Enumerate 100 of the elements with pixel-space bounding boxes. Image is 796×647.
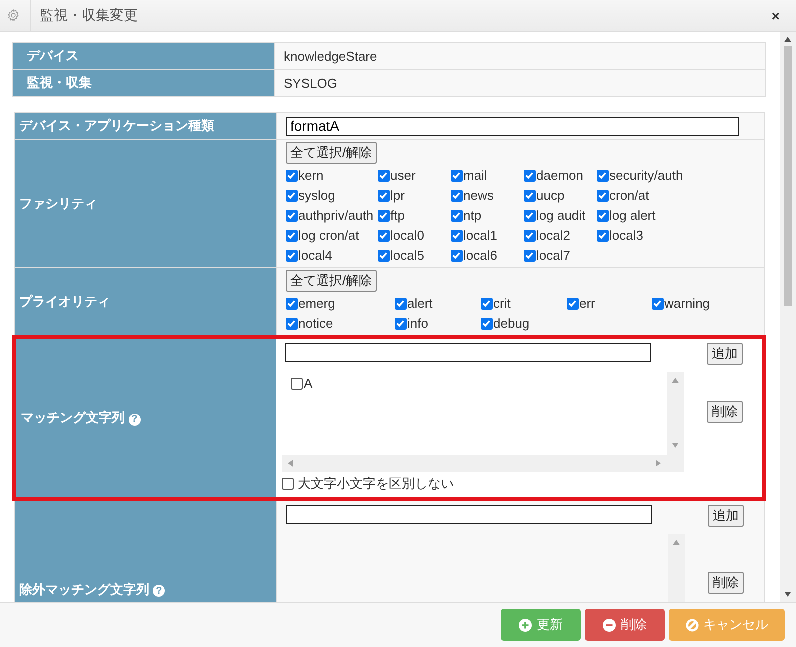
checkbox[interactable] [524,250,536,262]
checkbox-label: local2 [536,228,570,243]
checkbox-label: debug [494,316,530,331]
checkbox-label: ntp [464,208,482,223]
checkbox[interactable] [596,170,608,182]
checkbox-label: notice [298,316,334,331]
checkbox-label: user [390,168,416,183]
checkbox-label: news [464,188,494,203]
close-button[interactable]: × [772,8,780,24]
checkbox[interactable] [286,170,298,182]
checkbox-label: authpriv/auth [298,208,374,223]
checkbox-label: local1 [464,228,498,243]
scroll-down-icon[interactable] [784,592,792,597]
scrollbar[interactable] [780,32,796,602]
row-label: マッチング文字列 ? [21,409,276,427]
checkbox-label: alert [408,296,433,311]
checkbox-label: log audit [536,208,586,223]
row-label: デバイス・アプリケーション種類 [14,112,276,140]
select-all-button[interactable]: 全て選択/解除 [286,142,378,164]
row-label: プライオリティ [14,268,276,337]
checkbox[interactable] [524,170,536,182]
checkbox[interactable] [286,190,298,202]
checkbox[interactable] [291,378,303,390]
checkbox-label: mail [464,168,488,183]
checkbox-label: local3 [610,228,644,243]
text-field[interactable] [285,343,651,362]
checkbox[interactable] [378,230,390,242]
add-button[interactable]: 追加 [707,343,743,365]
checkbox[interactable] [450,230,462,242]
checkbox[interactable] [286,298,298,310]
checkbox-label: syslog [298,188,336,203]
checkbox[interactable] [378,190,390,202]
checkbox-label: daemon [536,168,584,183]
checkbox-label: ftp [390,208,405,223]
delete-button[interactable]: 削除 [585,609,665,641]
list-box[interactable]: A [282,372,684,472]
scroll-up-icon[interactable] [784,37,792,42]
entry-label: A [304,376,313,391]
checkbox-label: log alert [610,208,656,223]
checkbox-label: local7 [536,248,570,263]
checkbox-label: lpr [390,188,405,203]
plus-icon [519,618,532,632]
scroll-left-icon[interactable] [288,460,293,467]
window-title: 監視・収集変更 [40,6,139,24]
checkbox-label: info [408,316,428,331]
checkbox[interactable] [286,250,298,262]
checkbox-label: err [580,296,596,311]
text-field[interactable] [286,505,652,524]
row-label: デバイス [12,42,274,70]
select-all-button[interactable]: 全て選択/解除 [286,270,378,292]
checkbox-label: log cron/at [298,228,360,243]
app-type-field[interactable]: formatA [286,116,738,136]
checkbox-label: cron/at [610,188,650,203]
checkbox[interactable] [652,298,664,310]
checkbox-label: security/auth [610,168,684,183]
checkbox[interactable] [596,230,608,242]
checkbox[interactable] [286,210,298,222]
checkbox[interactable] [378,170,390,182]
checkbox-label: warning [664,296,710,311]
checkbox-label: uucp [536,188,565,203]
checkbox[interactable] [450,170,462,182]
checkbox-label: local5 [390,248,424,263]
add-button[interactable]: 追加 [708,505,744,527]
checkbox-label: crit [494,296,511,311]
row-value: knowledgeStare [274,42,766,70]
checkbox[interactable] [524,230,536,242]
checkbox-label: 大文字小文字を区別しない [298,475,454,493]
checkbox[interactable] [450,250,462,262]
checkbox[interactable] [480,298,492,310]
checkbox[interactable] [450,210,462,222]
checkbox-label: local6 [464,248,498,263]
checkbox[interactable] [566,298,578,310]
row-value: SYSLOG [274,70,766,96]
checkbox[interactable] [282,478,294,490]
minus-icon [603,618,616,632]
scroll-right-icon[interactable] [656,460,661,467]
checkbox[interactable] [524,210,536,222]
checkbox[interactable] [286,230,298,242]
delete-button[interactable]: 削除 [707,401,743,423]
checkbox[interactable] [286,318,298,330]
row-label: 除外マッチング文字列 ? [20,580,276,598]
checkbox[interactable] [480,318,492,330]
checkbox-label: kern [298,168,324,183]
checkbox-label: local4 [298,248,332,263]
delete-button[interactable]: 削除 [708,572,744,594]
checkbox[interactable] [524,190,536,202]
checkbox[interactable] [596,210,608,222]
scrollbar[interactable] [282,455,667,472]
gear-icon [7,9,20,22]
ban-icon [686,618,698,632]
checkbox[interactable] [394,318,406,330]
scroll-thumb[interactable] [784,46,792,306]
checkbox[interactable] [596,190,608,202]
checkbox[interactable] [378,250,390,262]
checkbox[interactable] [394,298,406,310]
checkbox-label: emerg [298,296,336,311]
checkbox[interactable] [378,210,390,222]
checkbox[interactable] [450,190,462,202]
row-label: 監視・収集 [12,70,274,96]
row-label: ファシリティ [14,140,276,268]
